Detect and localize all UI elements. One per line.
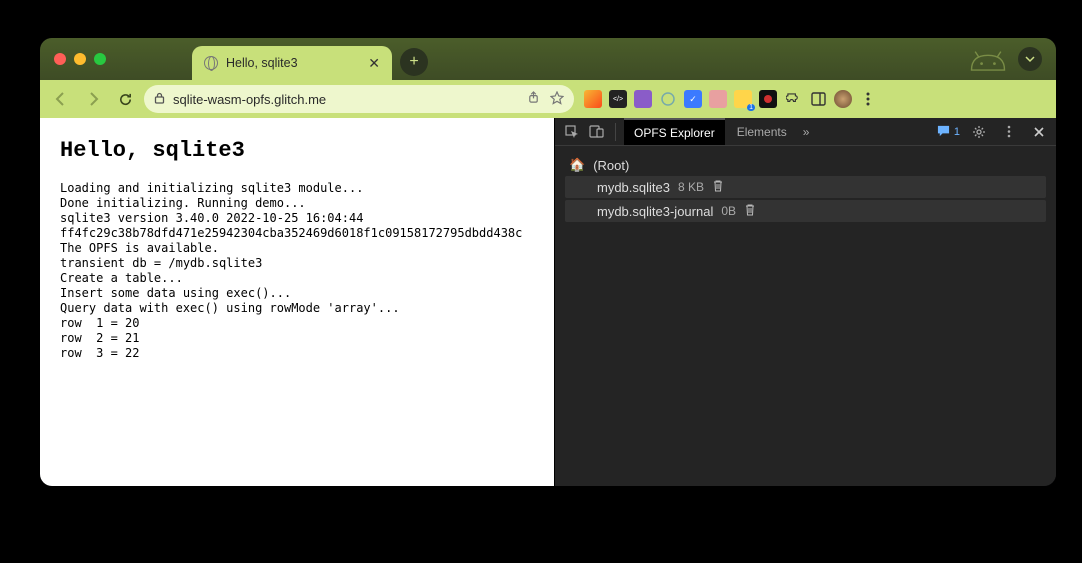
bookmark-icon[interactable]	[550, 91, 564, 108]
sidepanel-icon[interactable]	[809, 90, 827, 108]
extension-icon[interactable]: 1	[734, 90, 752, 108]
devtools-tab-opfs[interactable]: OPFS Explorer	[624, 118, 725, 145]
tree-file-row[interactable]: mydb.sqlite3-journal 0B	[565, 200, 1046, 222]
extension-icon[interactable]: </>	[609, 90, 627, 108]
window-controls	[54, 53, 106, 65]
file-size: 8 KB	[678, 180, 704, 194]
profile-avatar[interactable]	[834, 90, 852, 108]
forward-button[interactable]	[80, 86, 106, 112]
delete-file-icon[interactable]	[712, 179, 724, 195]
root-label: (Root)	[593, 158, 629, 173]
close-tab-icon[interactable]: ✕	[368, 55, 380, 72]
back-button[interactable]	[48, 86, 74, 112]
globe-icon	[204, 56, 218, 70]
close-window-button[interactable]	[54, 53, 66, 65]
tree-root[interactable]: 🏠 (Root)	[565, 154, 1046, 176]
extension-icon[interactable]	[634, 90, 652, 108]
address-bar[interactable]: sqlite-wasm-opfs.glitch.me	[144, 85, 574, 113]
lock-icon	[154, 92, 165, 107]
devtools-settings-icon[interactable]	[968, 121, 990, 143]
console-log: Loading and initializing sqlite3 module.…	[60, 181, 534, 361]
delete-file-icon[interactable]	[744, 203, 756, 219]
file-name: mydb.sqlite3-journal	[597, 204, 713, 219]
extension-icon[interactable]	[584, 90, 602, 108]
android-icon	[966, 46, 1010, 72]
toolbar: sqlite-wasm-opfs.glitch.me </> ✓ 1	[40, 80, 1056, 118]
new-tab-button[interactable]: +	[400, 48, 428, 76]
devtools-panel: OPFS Explorer Elements » 1	[554, 118, 1056, 486]
devtools-tab-elements[interactable]: Elements	[727, 118, 797, 145]
extension-icon[interactable]: ✓	[684, 90, 702, 108]
opfs-tree: 🏠 (Root) mydb.sqlite3 8 KB mydb.sqlite3-…	[555, 146, 1056, 232]
browser-window: Hello, sqlite3 ✕ + sqlite-wasm-opfs.g	[40, 38, 1056, 486]
tab-strip: Hello, sqlite3 ✕ +	[40, 38, 1056, 80]
chrome-menu-icon[interactable]	[859, 90, 877, 108]
message-count: 1	[954, 126, 960, 138]
devtools-close-icon[interactable]	[1028, 121, 1050, 143]
tab-title: Hello, sqlite3	[226, 56, 298, 70]
tab-overflow-button[interactable]	[1018, 47, 1042, 71]
file-name: mydb.sqlite3	[597, 180, 670, 195]
page-heading: Hello, sqlite3	[60, 138, 534, 163]
console-messages-badge[interactable]: 1	[937, 125, 960, 138]
device-toolbar-icon[interactable]	[585, 121, 607, 143]
browser-tab[interactable]: Hello, sqlite3 ✕	[192, 46, 392, 80]
extension-icon[interactable]	[659, 90, 677, 108]
home-icon: 🏠	[569, 157, 585, 173]
extension-icon[interactable]	[709, 90, 727, 108]
extension-icon[interactable]	[759, 90, 777, 108]
devtools-menu-icon[interactable]	[998, 121, 1020, 143]
devtools-tab-more[interactable]: »	[799, 118, 814, 145]
reload-button[interactable]	[112, 86, 138, 112]
extensions-menu-icon[interactable]	[784, 90, 802, 108]
extension-toolbar: </> ✓ 1	[584, 90, 877, 108]
content-area: Hello, sqlite3 Loading and initializing …	[40, 118, 1056, 486]
inspect-element-icon[interactable]	[561, 121, 583, 143]
devtools-tabstrip: OPFS Explorer Elements » 1	[555, 118, 1056, 146]
share-icon[interactable]	[527, 91, 540, 108]
page-content: Hello, sqlite3 Loading and initializing …	[40, 118, 554, 486]
file-size: 0B	[721, 204, 736, 218]
maximize-window-button[interactable]	[94, 53, 106, 65]
url-text: sqlite-wasm-opfs.glitch.me	[173, 92, 326, 107]
tree-file-row[interactable]: mydb.sqlite3 8 KB	[565, 176, 1046, 198]
minimize-window-button[interactable]	[74, 53, 86, 65]
